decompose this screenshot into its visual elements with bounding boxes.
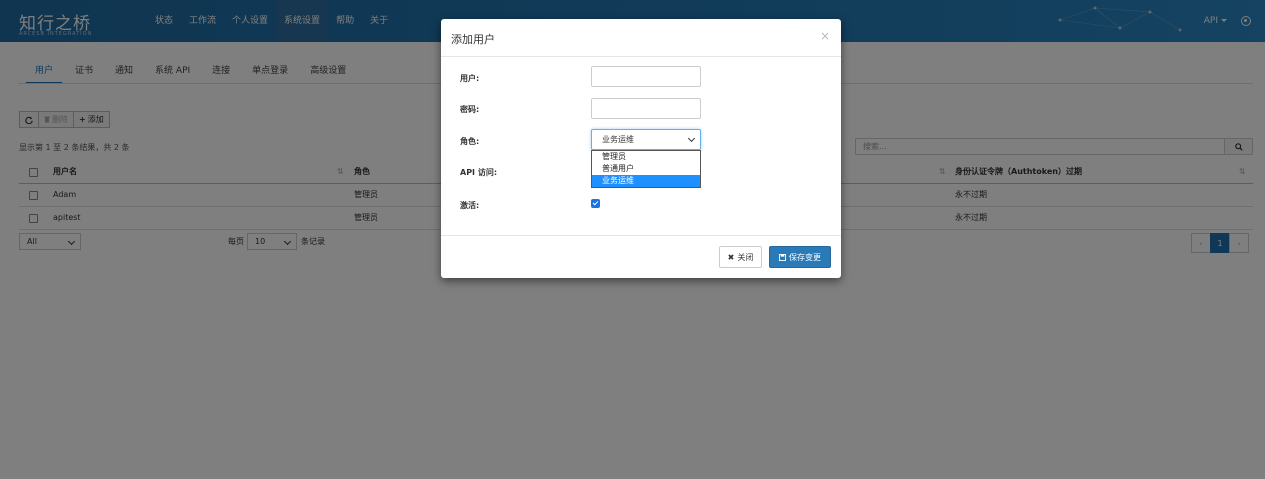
- password-input[interactable]: [591, 98, 701, 119]
- active-field-label: 激活:: [460, 201, 480, 210]
- chevron-down-icon: [687, 134, 696, 143]
- role-select-value: 业务运维: [602, 135, 634, 144]
- dialog-header-divider: [441, 56, 841, 57]
- username-input[interactable]: [591, 66, 701, 87]
- role-option-ops[interactable]: 业务运维: [592, 175, 700, 187]
- role-select[interactable]: 业务运维: [591, 129, 701, 150]
- user-field-label: 用户:: [460, 74, 480, 83]
- close-x-icon: ✖: [727, 252, 735, 262]
- role-dropdown-list: 管理员 普通用户 业务运维: [591, 150, 701, 188]
- save-button[interactable]: 保存变更: [769, 246, 831, 268]
- close-button[interactable]: ✖ 关闭: [719, 246, 762, 268]
- dialog-footer-divider: [441, 235, 841, 236]
- add-user-dialog: 添加用户 × 用户: 密码: 角色: 业务运维 管理员 普通用户 业务运维 AP…: [441, 19, 841, 278]
- floppy-disk-icon: [779, 253, 786, 261]
- password-field-label: 密码:: [460, 105, 480, 114]
- role-option-user[interactable]: 普通用户: [592, 163, 700, 175]
- role-field-label: 角色:: [460, 137, 480, 146]
- dialog-close-icon[interactable]: ×: [820, 29, 830, 43]
- close-button-label: 关闭: [737, 252, 754, 262]
- active-checkbox[interactable]: [591, 199, 600, 208]
- dialog-title: 添加用户: [451, 33, 495, 46]
- role-option-admin[interactable]: 管理员: [592, 151, 700, 163]
- api-access-label: API 访问:: [460, 168, 498, 177]
- save-button-label: 保存变更: [789, 252, 821, 262]
